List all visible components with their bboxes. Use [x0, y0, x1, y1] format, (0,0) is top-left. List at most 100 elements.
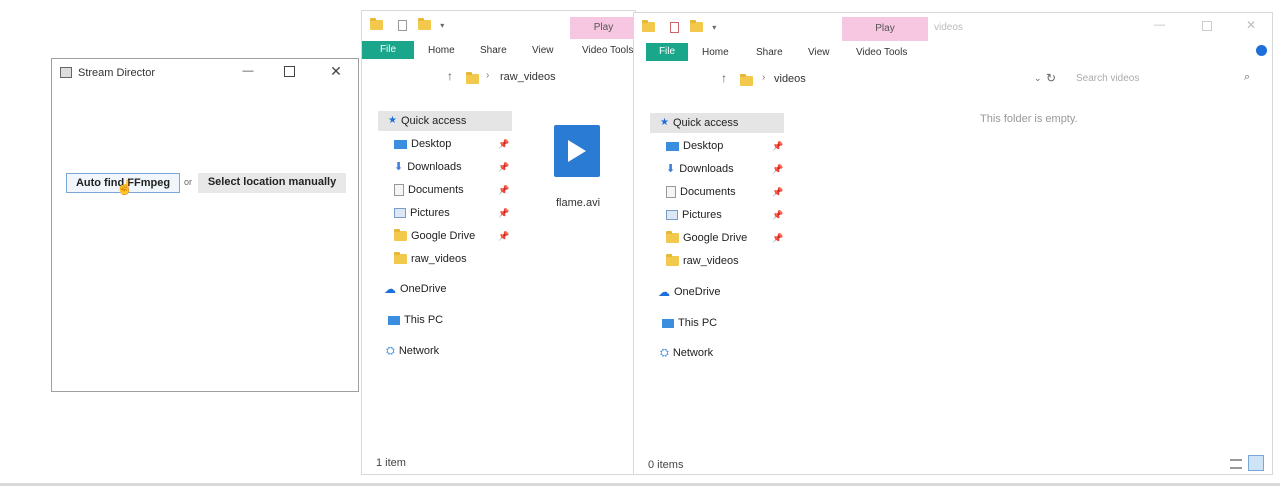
video-file-icon [554, 125, 600, 177]
maximize-icon[interactable] [1202, 21, 1212, 31]
help-icon[interactable] [1256, 45, 1267, 56]
pictures-icon [394, 208, 406, 219]
chevron-down-icon[interactable]: ⌄ [1034, 73, 1042, 84]
nav-this-pc[interactable]: This PC [388, 310, 443, 330]
nav-quick-access[interactable]: ★ Quick access [388, 111, 466, 131]
nav-raw-videos[interactable]: raw_videos [666, 251, 739, 271]
minimize-icon[interactable]: — [240, 65, 256, 81]
raw-videos-folder-icon [394, 252, 407, 265]
close-icon[interactable]: ✕ [328, 63, 344, 79]
tab-share[interactable]: Share [756, 47, 783, 58]
window-title: Stream Director [78, 67, 156, 79]
search-icon[interactable]: ⌕ [1244, 71, 1250, 84]
nav-pictures[interactable]: Pictures [666, 205, 722, 225]
search-input[interactable]: Search videos [1076, 73, 1139, 84]
desktop-icon [666, 141, 679, 151]
context-tab-play[interactable]: Play [842, 17, 928, 41]
pin-icon: 📌 [772, 141, 784, 151]
nav-this-pc[interactable]: This PC [662, 313, 717, 333]
address-path[interactable]: raw_videos [500, 71, 556, 83]
select-location-manually-button[interactable]: Select location manually [198, 173, 346, 193]
properties-icon [670, 21, 680, 33]
desktop-icon [394, 139, 407, 149]
folder-icon [642, 20, 655, 33]
pin-icon: 📌 [498, 162, 510, 172]
network-icon: ⛭ [660, 347, 669, 360]
context-tab-play[interactable]: Play [570, 17, 637, 39]
address-folder-icon [466, 72, 479, 85]
breadcrumb-separator-icon: › [486, 70, 490, 81]
address-folder-icon [740, 74, 753, 87]
pin-icon: 📌 [772, 233, 784, 243]
app-icon [60, 67, 72, 78]
tab-share[interactable]: Share [480, 45, 507, 56]
star-icon: ★ [388, 115, 397, 127]
file-name: flame.avi [556, 197, 601, 209]
nav-documents[interactable]: Documents [666, 182, 736, 202]
folder-icon [370, 18, 383, 31]
details-view-icon[interactable] [1230, 459, 1242, 469]
nav-desktop[interactable]: Desktop [394, 134, 451, 154]
nav-google-drive[interactable]: Google Drive [394, 226, 475, 246]
pin-icon: 📌 [498, 139, 510, 149]
nav-documents[interactable]: Documents [394, 180, 464, 200]
breadcrumb-separator-icon: › [762, 72, 766, 83]
refresh-icon[interactable]: ↻ [1046, 71, 1056, 85]
maximize-icon[interactable] [284, 66, 295, 77]
document-icon [394, 184, 404, 197]
nav-onedrive[interactable]: ☁ OneDrive [658, 282, 720, 302]
address-path[interactable]: videos [774, 73, 806, 85]
properties-icon [398, 19, 408, 31]
up-arrow-icon[interactable]: ↑ [721, 71, 727, 85]
new-folder-icon [418, 18, 432, 31]
pin-icon: 📌 [772, 164, 784, 174]
pin-icon: 📌 [498, 185, 510, 195]
title-bar: Stream Director — ✕ [52, 59, 358, 87]
chevron-down-icon: ▾ [712, 22, 717, 32]
cloud-icon: ☁ [658, 285, 670, 300]
or-label: or [184, 177, 193, 187]
nav-downloads[interactable]: ⬇ Downloads [394, 157, 462, 177]
tab-view[interactable]: View [532, 45, 554, 56]
pin-icon: 📌 [772, 187, 784, 197]
tab-home[interactable]: Home [428, 45, 455, 56]
nav-quick-access[interactable]: ★ Quick access [660, 113, 738, 133]
download-icon: ⬇ [394, 161, 404, 174]
document-icon [666, 186, 676, 199]
nav-raw-videos[interactable]: raw_videos [394, 249, 467, 269]
status-item-count: 1 item [376, 457, 406, 469]
google-drive-folder-icon [666, 231, 679, 244]
nav-network[interactable]: ⛭ Network [386, 341, 439, 361]
nav-downloads[interactable]: ⬇ Downloads [666, 159, 734, 179]
explorer-window-raw-videos: ▾ Play File Home Share View Video Tools … [361, 10, 637, 475]
minimize-icon[interactable]: — [1154, 19, 1165, 31]
large-icons-view-icon[interactable] [1248, 455, 1264, 471]
pictures-icon [666, 210, 678, 221]
nav-network[interactable]: ⛭ Network [660, 343, 713, 363]
tab-file[interactable]: File [646, 43, 688, 61]
tab-video-tools[interactable]: Video Tools [856, 47, 907, 58]
nav-desktop[interactable]: Desktop [666, 136, 723, 156]
google-drive-folder-icon [394, 229, 407, 242]
pin-icon: 📌 [498, 231, 510, 241]
quick-access-toolbar: ▾ [642, 20, 717, 33]
close-icon[interactable]: ✕ [1246, 18, 1256, 32]
nav-pictures[interactable]: Pictures [394, 203, 450, 223]
star-icon: ★ [660, 117, 669, 129]
pin-icon: 📌 [772, 210, 784, 220]
up-arrow-icon[interactable]: ↑ [447, 69, 453, 83]
status-item-count: 0 items [648, 459, 684, 471]
empty-folder-message: This folder is empty. [980, 113, 1078, 125]
mouse-cursor-icon: ☝ [116, 179, 134, 195]
stream-director-window: Stream Director — ✕ Auto find FFmpeg or … [51, 58, 359, 392]
tab-file[interactable]: File [362, 41, 414, 59]
cloud-icon: ☁ [384, 282, 396, 297]
tab-view[interactable]: View [808, 47, 830, 58]
tab-video-tools[interactable]: Video Tools [582, 45, 633, 56]
file-item[interactable]: flame.avi [544, 115, 614, 213]
nav-onedrive[interactable]: ☁ OneDrive [384, 279, 446, 299]
pin-icon: 📌 [498, 208, 510, 218]
tab-home[interactable]: Home [702, 47, 729, 58]
nav-google-drive[interactable]: Google Drive [666, 228, 747, 248]
network-icon: ⛭ [386, 345, 395, 358]
